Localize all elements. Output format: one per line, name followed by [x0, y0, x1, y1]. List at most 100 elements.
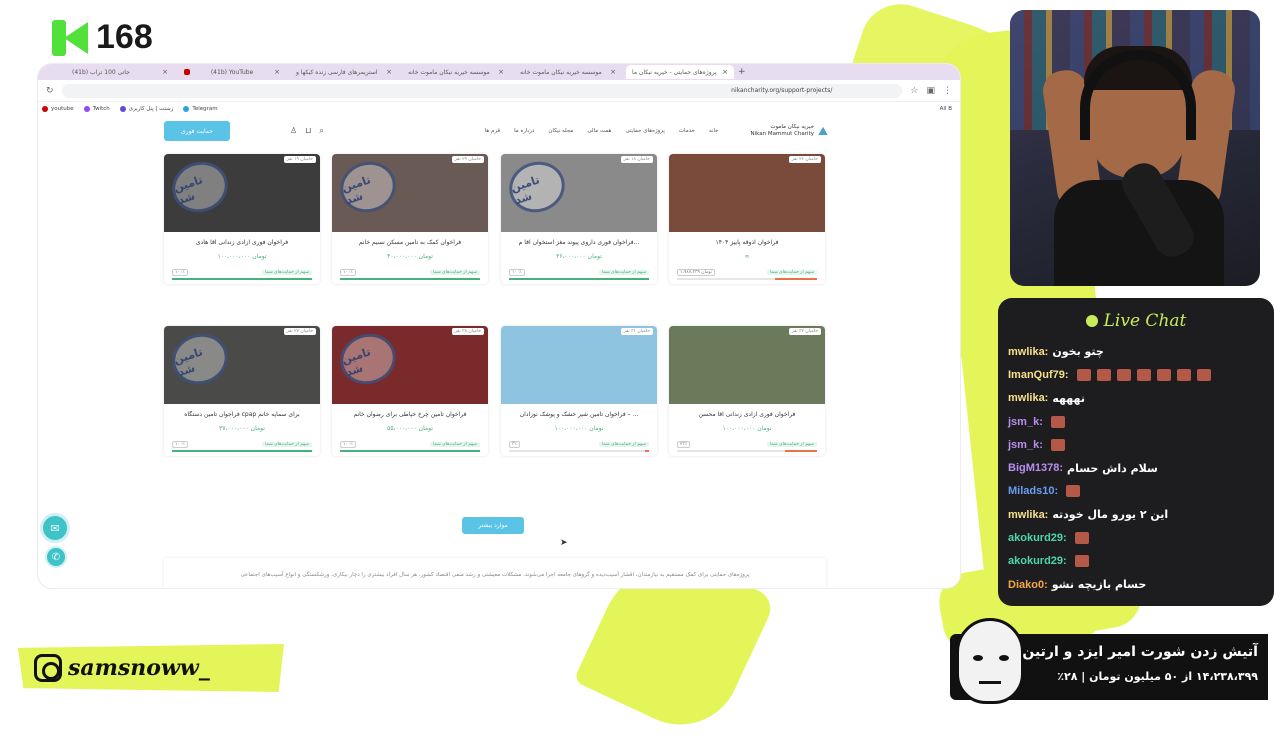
mouse-cursor-icon: ➤ [560, 538, 568, 548]
close-icon[interactable]: × [162, 68, 168, 76]
chat-username[interactable]: mwlika: [1008, 346, 1048, 358]
funded-stamp: تامین شد [333, 154, 403, 220]
menu-item-financial[interactable]: همت مالی [587, 128, 611, 134]
chat-username[interactable]: jsm_k: [1008, 439, 1043, 451]
chat-text: نهههه [1052, 391, 1085, 405]
menu-item-home[interactable]: خانه [709, 128, 719, 134]
extensions-icon[interactable]: ▣ [926, 86, 935, 96]
bookmark-twitch[interactable]: Twitch [83, 106, 110, 112]
chat-widget-icon[interactable]: ✉ [40, 513, 70, 543]
chat-username[interactable]: Diako0: [1008, 579, 1048, 591]
bookmark-youtube[interactable]: youtube [42, 106, 74, 112]
project-image[interactable]: حامیان ۳۲ نفر [669, 326, 825, 404]
emote-icon [1074, 532, 1089, 545]
menu-icon[interactable]: ⋮ [943, 86, 952, 96]
project-image[interactable]: حامیان ۳۱ نفر [501, 326, 657, 404]
project-title[interactable]: فراخوان فوری آزادی زندانی آقا هادی [164, 239, 320, 248]
project-title[interactable]: فراخوان تأمین شیر خشک و پوشک نوزادان – .… [501, 411, 657, 420]
close-icon[interactable]: × [386, 68, 392, 76]
menu-item-projects[interactable]: پروژه‌های حمایتی [625, 128, 664, 134]
chat-username[interactable]: mwlika: [1008, 392, 1048, 404]
menu-item-services[interactable]: خدمات [679, 128, 695, 134]
menu-item-about[interactable]: درباره ما [514, 128, 534, 134]
project-card[interactable]: حامیان ۳۲ نفر فراخوان فوری آزادی زندانی … [669, 326, 825, 456]
chat-text: حسام بازیچه نشو [1051, 578, 1147, 592]
bookmark-telegram[interactable]: Telegram [183, 106, 218, 112]
webcam-feed [1010, 10, 1260, 286]
browser-tab[interactable]: استریمرهای فارسی زنده کیکها و × [290, 66, 398, 78]
chat-username[interactable]: jsm_k: [1008, 416, 1043, 428]
progress-bar [172, 450, 312, 452]
project-amount: ۱۰۰،۰۰۰،۰۰۰ تومان [217, 253, 267, 260]
browser-window: (41b) جاتی 100 تراب × (41b) YouTube × استر… [38, 64, 960, 588]
url-field[interactable]: nikancharity.org/support-projects/ [61, 83, 903, 98]
close-icon[interactable]: × [722, 68, 728, 76]
new-tab-button[interactable]: + [738, 67, 746, 77]
search-icon[interactable]: ⌕ [319, 126, 323, 136]
project-amount: ۴۰،۰۰۰،۰۰۰ تومان [387, 253, 433, 260]
project-card[interactable]: حامیان ۳۱ نفر فراخوان تأمین شیر خشک و پو… [501, 326, 657, 456]
project-image[interactable]: حامیان ۲۶ نفر [669, 154, 825, 232]
cart-icon[interactable]: ⊔ [305, 126, 311, 136]
project-image[interactable]: حامیان ۱۹ نفر تامین شد [164, 154, 320, 232]
supporters-badge: حامیان ۳۱ نفر [620, 328, 653, 335]
instagram-tag: samsnoww_ [18, 644, 284, 692]
project-card[interactable]: حامیان ۲۶ نفر فراخوان آذوقه پاییز ۱۴۰۴ ∞… [669, 154, 825, 284]
menu-item-forms[interactable]: قرم ها [485, 128, 500, 134]
project-card[interactable]: حامیان ۲۹ نفر تامین شد فراخوان کمک به تا… [332, 154, 488, 284]
site-brand[interactable]: خیریه نیکان ماموت Nikan Mammut Charity ⛰ [751, 124, 830, 138]
progress-percent: ۳٪ [509, 440, 520, 448]
browser-tab[interactable]: (41b) YouTube × [178, 66, 286, 78]
live-dot-icon [1085, 315, 1098, 327]
close-icon[interactable]: × [274, 68, 280, 76]
chat-username[interactable]: BigM1378: [1008, 462, 1063, 474]
chat-username[interactable]: akokurd29: [1008, 532, 1067, 544]
chat-username[interactable]: mwlika: [1008, 509, 1048, 521]
project-title[interactable]: فراخوان کمک به تامین مسکن نسیم خانم [332, 239, 488, 248]
chat-message: mwlika: چتو بخون [1008, 340, 1264, 363]
browser-tab[interactable]: (41b) جاتی 100 تراب × [66, 66, 174, 78]
phone-widget-icon[interactable]: ✆ [45, 546, 67, 568]
project-image[interactable]: حامیان ۳۸ نفر تامین شد [332, 326, 488, 404]
star-icon[interactable]: ☆ [910, 86, 918, 96]
emote-icon [1066, 485, 1081, 498]
user-icon[interactable]: ♙ [290, 126, 297, 136]
project-title[interactable]: فراخوان تامین چرخ خیاطی برای رضوان خانم [332, 411, 488, 420]
twitch-icon [83, 106, 90, 112]
chat-username[interactable]: akokurd29: [1008, 555, 1067, 567]
project-image[interactable]: حامیان ۲۹ نفر تامین شد [332, 154, 488, 232]
emote-icon [1136, 368, 1151, 381]
project-title[interactable]: فراخوان تامین دستگاه cpap برای سمایه خان… [164, 411, 320, 420]
project-title[interactable]: فراخوان آذوقه پاییز ۱۴۰۴ [669, 239, 825, 248]
reload-icon[interactable]: ↻ [46, 86, 54, 96]
project-image[interactable]: حامیان ۲۷ نفر تامین شد [164, 326, 320, 404]
project-card[interactable]: حامیان ۱۹ نفر تامین شد فراخوان فوری آزاد… [164, 154, 320, 284]
chat-username[interactable]: ImanQuf79: [1008, 369, 1069, 381]
project-title[interactable]: فراخوان فوری آزادی زندانی آقا محسن [669, 411, 825, 420]
project-title[interactable]: فراخوان فوری داروی پیوند مغز استخوان آقا… [501, 239, 657, 248]
progress-bar [509, 450, 649, 452]
project-card[interactable]: حامیان ۳۸ نفر تامین شد فراخوان تامین چرخ… [332, 326, 488, 456]
chat-username[interactable]: Milads10: [1008, 485, 1058, 497]
project-image[interactable]: حامیان ۱۸ نفر تامین شد [501, 154, 657, 232]
browser-tab-active[interactable]: پروژه‌های حمایتی - خیریه نیکان ما × [626, 65, 734, 79]
chat-message: akokurd29: [1008, 526, 1264, 549]
browser-tab[interactable]: موسسه خیریه نیکان ماموت خانه × [402, 66, 510, 78]
browser-tab[interactable]: موسسه خیریه نیکان ماموت خانه × [514, 66, 622, 78]
progress-bar [509, 278, 649, 280]
funded-stamp: تامین شد [165, 326, 235, 392]
project-card[interactable]: حامیان ۱۸ نفر تامین شد فراخوان فوری دارو… [501, 154, 657, 284]
load-more-button[interactable]: موارد بیشتر [462, 517, 524, 534]
project-card[interactable]: حامیان ۲۷ نفر تامین شد فراخوان تامین دست… [164, 326, 320, 456]
progress-percent: ۱۰۰٪ [509, 268, 525, 276]
emote-icon [1096, 368, 1111, 381]
close-icon[interactable]: × [610, 68, 616, 76]
mammoth-logo-icon: ⛰ [818, 124, 829, 138]
close-icon[interactable]: × [498, 68, 504, 76]
donate-now-button[interactable]: حمایت فوری [164, 121, 230, 141]
supporters-badge: حامیان ۲۹ نفر [451, 156, 484, 163]
all-bookmarks[interactable]: All B [940, 106, 956, 112]
chat-messages: mwlika: چتو بخون ImanQuf79: mwlika: نهههه jsm… [1008, 340, 1264, 596]
bookmark-zestat[interactable]: زستت | پنل کاربری [119, 106, 173, 112]
menu-item-magazine[interactable]: مجله نیکان [548, 128, 573, 134]
